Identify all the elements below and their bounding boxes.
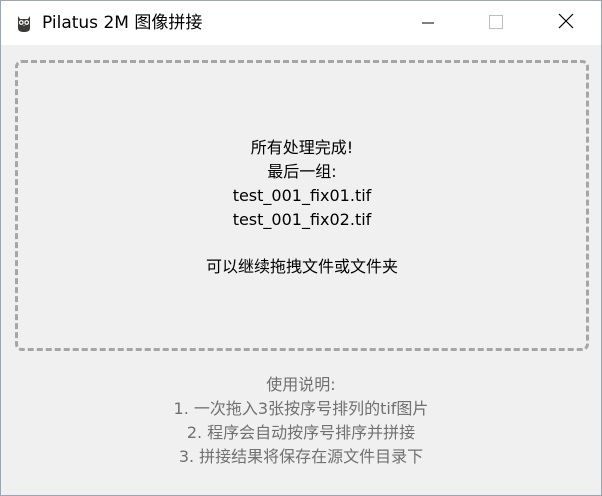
status-line: 最后一组: [267,162,337,181]
instruction-step: 1. 一次拖入3张按序号排列的tif图片 [173,399,429,418]
drop-hint: 可以继续拖拽文件或文件夹 [205,257,398,276]
file-drop-zone[interactable]: 所有处理完成! 最后一组: test_001_fix01.tif test_00… [15,60,589,351]
status-line: test_001_fix02.tif [232,210,372,229]
maximize-button[interactable] [473,1,519,45]
app-window: Pilatus 2M 图像拼接 所有处理完成! 最后一组: test_001_f… [0,0,602,496]
window-title: Pilatus 2M 图像拼接 [42,13,203,33]
title-bar[interactable]: Pilatus 2M 图像拼接 [1,1,601,45]
instruction-step: 3. 拼接结果将保存在源文件目录下 [178,447,424,466]
close-button[interactable] [543,1,589,45]
status-message: 所有处理完成! 最后一组: test_001_fix01.tif test_00… [18,136,586,232]
instructions-heading: 使用说明: [266,375,336,394]
instruction-step: 2. 程序会自动按序号排序并拼接 [186,423,416,442]
status-line: 所有处理完成! [250,138,354,157]
status-line: test_001_fix01.tif [232,186,372,205]
close-icon [558,13,574,33]
instructions: 使用说明: 1. 一次拖入3张按序号排列的tif图片 2. 程序会自动按序号排序… [1,373,601,469]
maximize-icon [489,14,503,33]
minimize-icon [422,14,434,33]
minimize-button[interactable] [405,1,451,45]
owl-icon [15,13,33,33]
